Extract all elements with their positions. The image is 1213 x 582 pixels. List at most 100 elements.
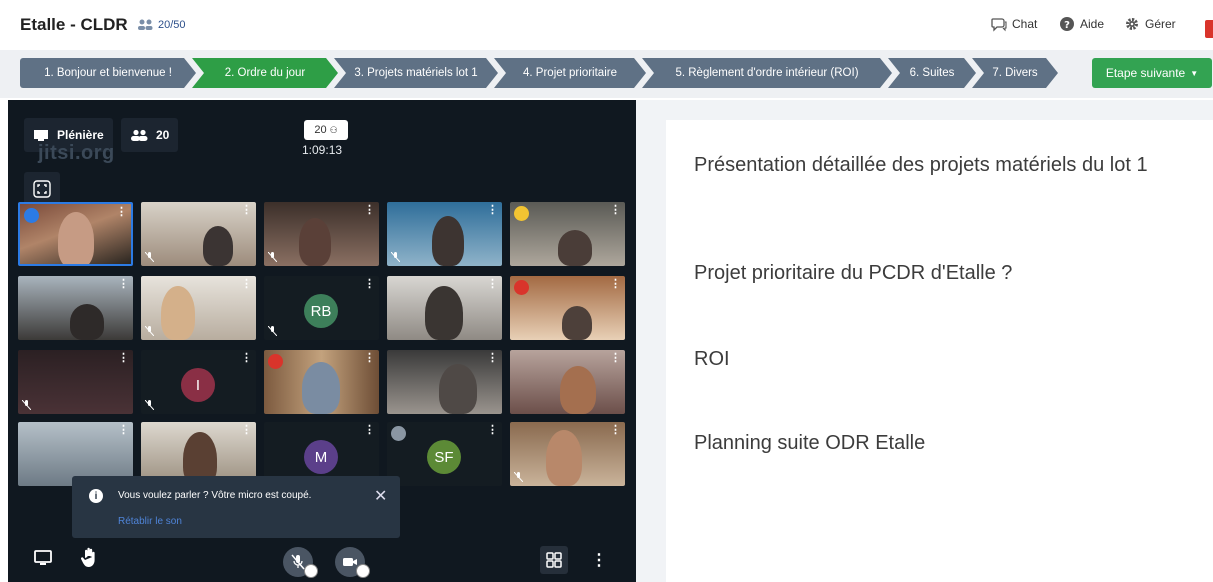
mic-muted-icon (391, 252, 400, 262)
tile-menu-icon[interactable]: ⋮ (364, 279, 375, 290)
tile-menu-icon[interactable]: ⋮ (487, 425, 498, 436)
tile-menu-icon[interactable]: ⋮ (364, 353, 375, 364)
connection-indicator-icon (268, 354, 283, 369)
camera-button[interactable] (330, 546, 370, 578)
next-step-label: Etape suivante (1105, 66, 1186, 80)
microphone-button[interactable] (278, 546, 318, 578)
tile-menu-icon[interactable]: ⋮ (364, 205, 375, 216)
speaker-indicator-icon (24, 208, 39, 223)
tile-menu-icon[interactable]: ⋮ (118, 353, 129, 364)
people-icon (131, 129, 148, 141)
tile-menu-icon[interactable]: ⋮ (241, 205, 252, 216)
participants-tag[interactable]: 20 (121, 118, 179, 152)
side-tab[interactable] (1205, 20, 1213, 38)
tile-menu-icon[interactable]: ⋮ (118, 279, 129, 290)
tile-menu-icon[interactable]: ⋮ (487, 353, 498, 364)
step-7[interactable]: 7. Divers (972, 58, 1058, 88)
tile-menu-icon[interactable]: ⋮ (610, 279, 621, 290)
tile-menu-icon[interactable]: ⋮ (118, 425, 129, 436)
svg-text:?: ? (1064, 20, 1070, 31)
badge-count: 20 (314, 124, 327, 136)
fullscreen-button[interactable] (24, 172, 60, 206)
video-tile[interactable]: ⋮ (141, 202, 256, 266)
video-tile[interactable]: ⋮ (510, 202, 625, 266)
participant-video (161, 286, 195, 340)
step-4[interactable]: 4. Projet prioritaire (494, 58, 646, 88)
participant-video (558, 230, 592, 266)
mic-muted-icon (268, 326, 277, 336)
video-tile[interactable]: ⋮ (510, 422, 625, 486)
step-1-label: 1. Bonjour et bienvenue ! (44, 67, 172, 79)
chat-label: Chat (1012, 17, 1038, 31)
more-options-icon[interactable]: ⋮ (591, 546, 607, 574)
video-tile[interactable]: ⋮ (18, 202, 133, 266)
avatar-m: M (304, 440, 338, 474)
video-tile[interactable]: SF ⋮ (387, 422, 502, 486)
tile-view-button[interactable] (540, 546, 568, 574)
participant-video (70, 304, 104, 340)
step-3[interactable]: 3. Projets matériels lot 1 (334, 58, 498, 88)
video-tile[interactable]: ⋮ (264, 350, 379, 414)
tile-menu-icon[interactable]: ⋮ (241, 279, 252, 290)
avatar-i: I (181, 368, 215, 402)
tile-menu-icon[interactable]: ⋮ (610, 205, 621, 216)
tile-menu-icon[interactable]: ⋮ (364, 425, 375, 436)
participant-video (302, 362, 340, 414)
video-tile[interactable]: RB ⋮ (264, 276, 379, 340)
agenda-item-2: Projet prioritaire du PCDR d'Etalle ? (694, 262, 1013, 284)
participant-video (432, 216, 464, 266)
manage-button[interactable]: Gérer (1124, 16, 1176, 32)
agenda-notes-panel: Présentation détaillée des projets matér… (666, 120, 1213, 582)
participant-badge: 20 ⚇ (304, 120, 348, 140)
step-4-label: 4. Projet prioritaire (523, 67, 617, 79)
help-label: Aide (1080, 17, 1105, 31)
participant-video (562, 306, 592, 340)
tile-menu-icon[interactable]: ⋮ (610, 353, 621, 364)
gear-icon (1126, 18, 1138, 30)
tile-menu-icon[interactable]: ⋮ (487, 205, 498, 216)
video-tile[interactable]: ⋮ (264, 202, 379, 266)
chat-icon (991, 18, 1007, 32)
mic-muted-icon (514, 472, 523, 482)
participant-count: 20 (156, 128, 170, 142)
participant-count-text: 20/50 (158, 18, 186, 31)
next-step-button[interactable]: Etape suivante ▼ (1092, 58, 1212, 88)
chevron-down-icon[interactable] (304, 564, 318, 578)
video-tile[interactable]: ⋮ (510, 350, 625, 414)
tile-menu-icon[interactable]: ⋮ (241, 353, 252, 364)
participant-video (546, 430, 582, 486)
step-5[interactable]: 5. Règlement d'ordre intérieur (ROI) (642, 58, 892, 88)
step-6[interactable]: 6. Suites (888, 58, 976, 88)
video-tile[interactable]: ⋮ (387, 350, 502, 414)
tile-menu-icon[interactable]: ⋮ (116, 207, 127, 218)
screen-share-button[interactable] (32, 546, 54, 570)
help-button[interactable]: ? Aide (1059, 16, 1104, 32)
meeting-timer: 1:09:13 (302, 143, 343, 157)
unmute-link[interactable]: Rétablir le son (118, 516, 182, 527)
video-tile[interactable]: ⋮ (387, 276, 502, 340)
mic-muted-icon (145, 326, 154, 336)
room-label: Plénière (57, 128, 104, 142)
tile-menu-icon[interactable]: ⋮ (487, 279, 498, 290)
participant-video (58, 212, 94, 264)
mic-muted-icon (145, 400, 154, 410)
tile-menu-icon[interactable]: ⋮ (241, 425, 252, 436)
screen-share-icon (34, 550, 52, 565)
video-tile[interactable]: ⋮ (510, 276, 625, 340)
chevron-down-icon[interactable] (356, 564, 370, 578)
close-icon[interactable]: ✕ (374, 486, 387, 506)
video-tile[interactable]: I ⋮ (141, 350, 256, 414)
raise-hand-button[interactable] (78, 546, 100, 570)
caret-down-icon: ▼ (1190, 68, 1199, 78)
video-tile[interactable]: ⋮ (18, 350, 133, 414)
mic-muted-icon (268, 252, 277, 262)
chat-button[interactable]: Chat (991, 16, 1037, 32)
meeting-title: Etalle - CLDR (20, 15, 128, 34)
step-2[interactable]: 2. Ordre du jour (192, 58, 338, 88)
tile-menu-icon[interactable]: ⋮ (610, 425, 621, 436)
step-1[interactable]: 1. Bonjour et bienvenue ! (20, 58, 196, 88)
video-tile[interactable]: ⋮ (141, 276, 256, 340)
raise-hand-icon (80, 547, 95, 567)
video-tile[interactable]: ⋮ (18, 276, 133, 340)
video-tile[interactable]: ⋮ (387, 202, 502, 266)
